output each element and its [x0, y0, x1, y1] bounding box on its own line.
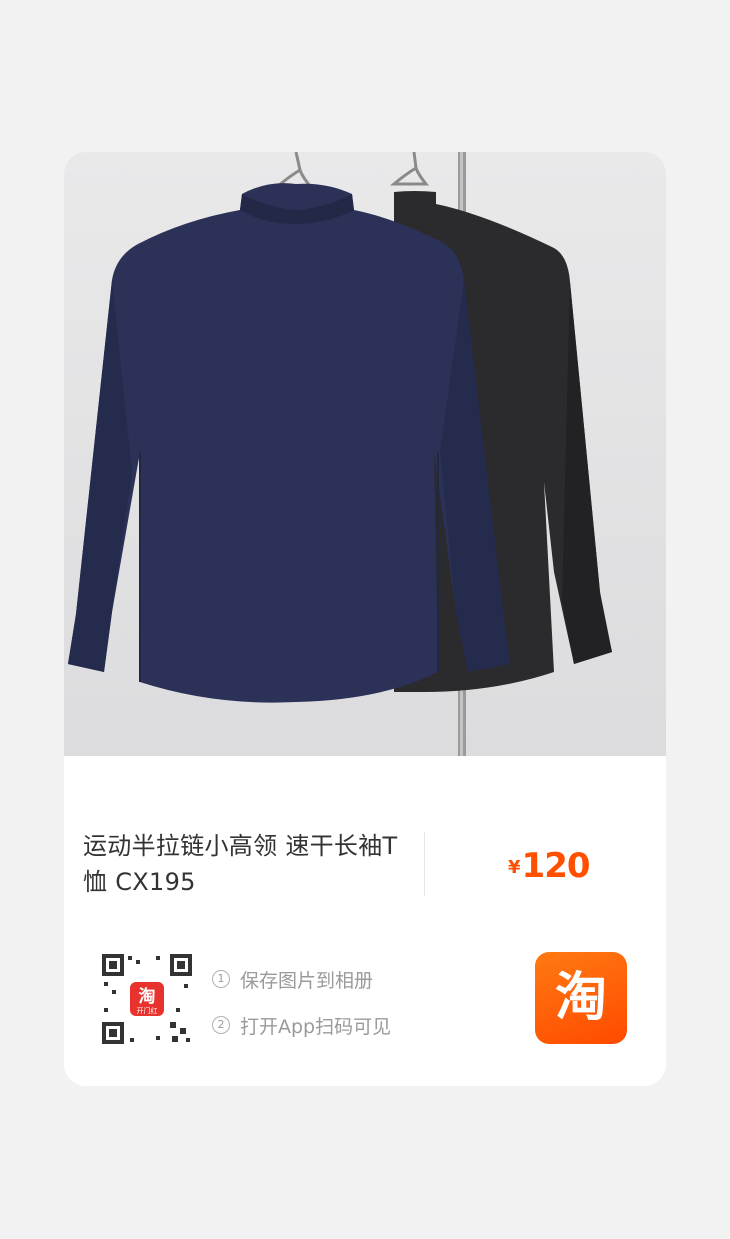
qr-code[interactable]: 淘 开门红 — [100, 952, 194, 1046]
product-photo — [64, 152, 666, 756]
product-info: 运动半拉链小高领 速干长袖T恤 CX195 ¥120 淘 开门红 1 保存图片到… — [64, 756, 666, 1086]
taobao-app-icon[interactable]: 淘 — [535, 952, 627, 1044]
step1-number: 1 — [212, 970, 230, 988]
share-card: 运动半拉链小高领 速干长袖T恤 CX195 ¥120 淘 开门红 1 保存图片到… — [64, 152, 666, 1086]
step-save: 1 保存图片到相册 — [212, 956, 391, 1002]
step2-text: 打开App扫码可见 — [240, 1015, 392, 1038]
step-scan: 2 打开App扫码可见 — [212, 1002, 391, 1048]
taobao-app-label: 淘 — [554, 968, 607, 1028]
product-title: 运动半拉链小高领 速干长袖T恤 CX195 — [83, 832, 398, 896]
qr-logo-sub: 开门红 — [137, 1006, 158, 1015]
share-steps: 1 保存图片到相册 2 打开App扫码可见 — [212, 956, 391, 1048]
step1-text: 保存图片到相册 — [240, 969, 374, 992]
qr-logo-text: 淘 — [139, 986, 156, 1007]
price-currency: ¥ — [508, 857, 521, 878]
step2-number: 2 — [212, 1016, 230, 1034]
price-amount: 120 — [521, 846, 591, 886]
product-price: ¥120 — [508, 846, 591, 886]
divider — [424, 832, 425, 896]
